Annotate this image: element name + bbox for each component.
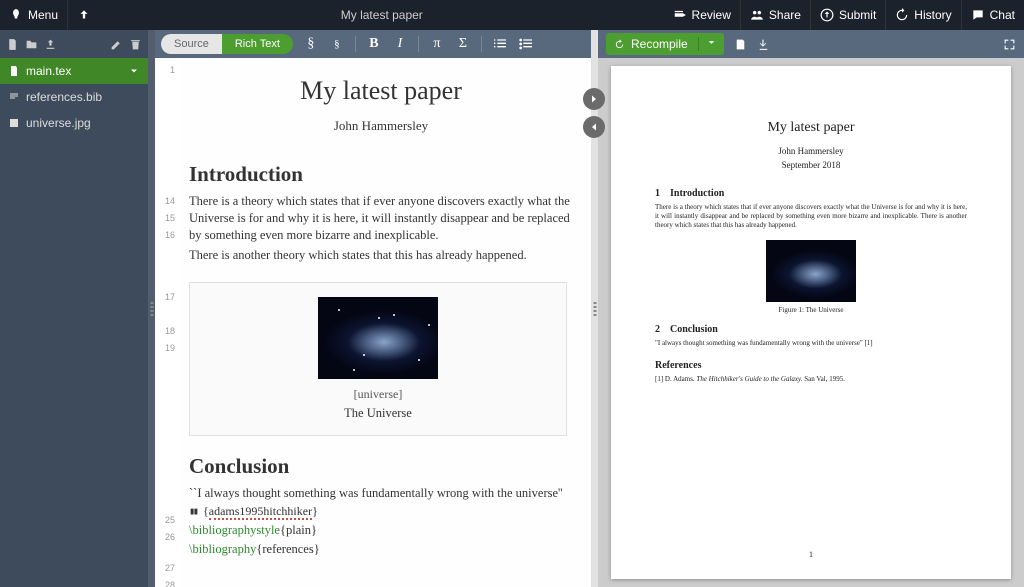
inline-math-icon[interactable]: π <box>429 36 445 52</box>
section-icon[interactable]: § <box>303 36 319 52</box>
heading-conclusion[interactable]: Conclusion <box>189 454 573 479</box>
up-button[interactable] <box>67 0 100 30</box>
file-label: universe.jpg <box>26 116 91 130</box>
bold-icon[interactable]: B <box>366 36 382 52</box>
chevron-down-icon[interactable] <box>128 65 140 77</box>
share-icon <box>750 8 764 22</box>
line-gutter: 1 14 15 16 17 18 19 25 26 27 28 29 30 <box>155 58 179 587</box>
pane-swap-controls <box>583 88 605 138</box>
bibstyle-line[interactable]: \bibliographystyle{plain} <box>189 523 573 538</box>
bib-icon <box>8 91 20 103</box>
numbered-list-icon[interactable] <box>492 36 508 52</box>
doc-author[interactable]: John Hammersley <box>189 118 573 134</box>
history-icon <box>895 8 909 22</box>
subsection-icon[interactable]: § <box>329 38 345 50</box>
heading-introduction[interactable]: Introduction <box>189 162 573 187</box>
cite-key[interactable]: adams1995hitchhiker <box>209 504 312 520</box>
download-button[interactable] <box>757 38 770 51</box>
pdf-sec1: 1Introduction <box>655 188 967 199</box>
fullscreen-button[interactable] <box>1003 38 1016 51</box>
pdf-page: My latest paper John Hammersley Septembe… <box>611 66 1011 579</box>
pdf-figure: Figure 1: The Universe <box>655 240 967 314</box>
pdf-sec2: 2Conclusion <box>655 324 967 335</box>
file-item-main[interactable]: main.tex <box>0 58 148 84</box>
topbar: Menu My latest paper Review Share Submit… <box>0 0 1024 30</box>
caret-down-icon <box>706 37 717 48</box>
conclusion-quote[interactable]: ``I always thought something was fundame… <box>189 485 573 502</box>
source-mode-tab[interactable]: Source <box>161 34 222 54</box>
editor-toolbar: Source Rich Text § § B I π Σ <box>155 30 591 58</box>
submit-icon <box>820 8 834 22</box>
editor-body[interactable]: 1 14 15 16 17 18 19 25 26 27 28 29 30 My… <box>155 58 591 587</box>
figure-image <box>318 297 438 379</box>
display-math-icon[interactable]: Σ <box>455 36 471 52</box>
file-item-universe[interactable]: universe.jpg <box>0 110 148 136</box>
share-button[interactable]: Share <box>740 0 810 30</box>
pdf-author: John Hammersley <box>655 146 967 156</box>
editor-content[interactable]: My latest paper John Hammersley Introduc… <box>179 58 591 587</box>
doc-title[interactable]: My latest paper <box>189 76 573 106</box>
menu-button[interactable]: Menu <box>0 0 67 30</box>
file-icon <box>8 65 20 77</box>
file-toolbar <box>0 30 148 58</box>
pdf-figure-caption: Figure 1: The Universe <box>655 306 967 314</box>
submit-button[interactable]: Submit <box>810 0 885 30</box>
file-item-references[interactable]: references.bib <box>0 84 148 110</box>
file-label: main.tex <box>26 64 71 78</box>
pdf-title: My latest paper <box>655 120 967 136</box>
recompile-dropdown[interactable] <box>698 37 724 51</box>
rename-icon[interactable] <box>110 38 123 51</box>
up-arrow-icon <box>77 8 91 22</box>
swap-left-button[interactable] <box>583 116 605 138</box>
new-file-icon[interactable] <box>6 38 19 51</box>
figure-tag[interactable]: [universe] <box>204 387 552 402</box>
swap-right-button[interactable] <box>583 88 605 110</box>
review-icon <box>673 8 687 22</box>
pdf-figure-image <box>766 240 856 302</box>
logs-button[interactable] <box>734 38 747 51</box>
recompile-button[interactable]: Recompile <box>606 33 724 55</box>
image-icon <box>8 117 20 129</box>
preview-toolbar: Recompile <box>598 30 1024 58</box>
new-folder-icon[interactable] <box>25 38 38 51</box>
file-label: references.bib <box>26 90 102 104</box>
book-icon <box>189 507 199 517</box>
chat-button[interactable]: Chat <box>961 0 1024 30</box>
intro-paragraph[interactable]: There is a theory which states that if e… <box>189 193 573 244</box>
menu-label: Menu <box>28 8 58 22</box>
delete-icon[interactable] <box>129 38 142 51</box>
chat-icon <box>971 8 985 22</box>
brand-icon <box>9 8 23 22</box>
review-button[interactable]: Review <box>664 0 740 30</box>
refresh-icon <box>614 39 625 50</box>
bibliography-line[interactable]: \bibliography{references} <box>189 542 573 557</box>
pdf-references-heading: References <box>655 360 967 371</box>
pdf-date: September 2018 <box>655 160 967 170</box>
document-title: My latest paper <box>100 8 664 22</box>
download-icon <box>757 38 770 51</box>
bullet-list-icon[interactable] <box>518 36 534 52</box>
italic-icon[interactable]: I <box>392 36 408 52</box>
figure-block[interactable]: [universe] The Universe <box>189 282 567 436</box>
pdf-viewer[interactable]: My latest paper John Hammersley Septembe… <box>598 58 1024 587</box>
expand-icon <box>1003 38 1016 51</box>
upload-icon[interactable] <box>44 38 57 51</box>
file-sidebar: main.tex references.bib universe.jpg <box>0 30 148 587</box>
editor-pane: Source Rich Text § § B I π Σ 1 14 15 <box>155 30 591 587</box>
sidebar-resize-handle[interactable] <box>148 30 155 587</box>
intro-paragraph-2[interactable]: There is another theory which states tha… <box>189 247 573 264</box>
citation[interactable]: {adams1995hitchhiker} <box>189 504 573 519</box>
pdf-page-number: 1 <box>611 550 1011 559</box>
pdf-reference-1: [1] D. Adams. The Hitchhiker's Guide to … <box>655 375 967 383</box>
preview-pane: Recompile My latest paper John Hammersle… <box>598 30 1024 587</box>
logs-icon <box>734 38 747 51</box>
pdf-intro-body: There is a theory which states that if e… <box>655 203 967 230</box>
history-button[interactable]: History <box>885 0 960 30</box>
editor-mode-toggle[interactable]: Source Rich Text <box>161 34 293 54</box>
rich-text-mode-tab[interactable]: Rich Text <box>222 34 293 54</box>
pdf-conclusion-quote: "I always thought something was fundamen… <box>655 339 967 348</box>
figure-caption[interactable]: The Universe <box>204 406 552 421</box>
